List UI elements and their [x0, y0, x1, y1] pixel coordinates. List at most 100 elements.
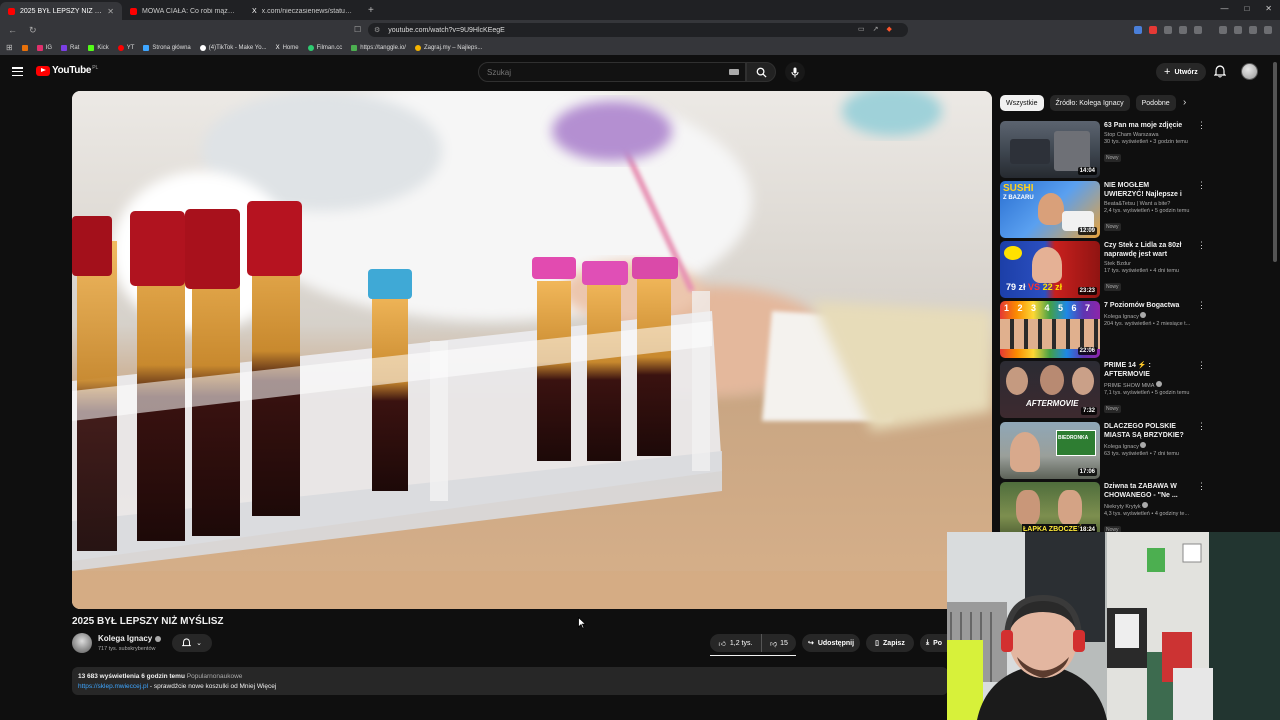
- browser-tab[interactable]: MOWA CIAŁA: Co robi mąż, gdy słys...: [122, 2, 244, 20]
- reload-icon[interactable]: ↻: [29, 25, 37, 36]
- bookmark-item[interactable]: X Home: [276, 45, 299, 51]
- extension-icon[interactable]: [1179, 26, 1187, 34]
- notifications-button[interactable]: [1213, 65, 1227, 83]
- recommendation-channel[interactable]: Stek Bzdur: [1104, 261, 1196, 268]
- close-tab-icon[interactable]: ✕: [103, 7, 114, 16]
- create-button[interactable]: + Utwórz: [1156, 63, 1206, 81]
- bookmark-item[interactable]: (4)TikTok - Make Yo...: [199, 44, 267, 51]
- recommendation-channel[interactable]: Kolega Ignacy: [1104, 312, 1196, 321]
- recommendation-stats: 30 tys. wyświetleń • 3 godzin temu: [1104, 139, 1188, 145]
- more-options-icon[interactable]: ⋮: [1197, 482, 1206, 491]
- user-avatar[interactable]: [1241, 63, 1258, 80]
- extension-icon[interactable]: [1164, 26, 1172, 34]
- more-options-icon[interactable]: ⋮: [1197, 181, 1206, 190]
- new-tab-button[interactable]: +: [368, 5, 374, 16]
- thumbnail-text: BIEDRONKA: [1058, 435, 1089, 441]
- description-box[interactable]: 13 683 wyświetlenia 6 godzin temu Popula…: [72, 667, 948, 695]
- video-thumbnail[interactable]: AFTERMOVIE 7:32: [1000, 361, 1100, 418]
- chip-source[interactable]: Źródło: Kolega Ignacy: [1049, 95, 1130, 111]
- more-options-icon[interactable]: ⋮: [1197, 361, 1206, 370]
- channel-avatar[interactable]: [72, 633, 92, 653]
- video-thumbnail[interactable]: SUSHI Z BAZARU 12:09: [1000, 181, 1100, 238]
- video-thumbnail[interactable]: ŁAPKA ZBOCZEŃCA! 18:24: [1000, 482, 1100, 539]
- recommendation-title[interactable]: 63 Pan ma moje zdjęcie: [1104, 121, 1190, 130]
- video-thumbnail[interactable]: 1 2 3 4 5 6 7 22:06: [1000, 301, 1100, 358]
- more-options-icon[interactable]: ⋮: [1197, 301, 1206, 310]
- recommendation-channel[interactable]: Kolega Ignacy: [1104, 442, 1196, 451]
- share-button[interactable]: ↪ Udostępnij: [802, 634, 860, 652]
- bookmark-item[interactable]: YT: [117, 44, 134, 51]
- browser-tab[interactable]: X x.com/nieczasienews/status/2009681...: [244, 2, 362, 20]
- chip-related[interactable]: Podobne: [1135, 95, 1176, 111]
- url-field[interactable]: ⚙ youtube.com/watch?v=9U9HlcKEegE: [368, 23, 908, 37]
- recommendation-item[interactable]: AFTERMOVIE 7:32 PRIME 14 ⚡ : AFTERMOVIE …: [1000, 361, 1208, 419]
- recommendation-item[interactable]: 14:04 63 Pan ma moje zdjęcie Stop Cham W…: [1000, 121, 1208, 179]
- like-button[interactable]: 👍︎ 1,2 tys.: [710, 634, 762, 652]
- extension-icon[interactable]: [1264, 26, 1272, 34]
- minimize-icon[interactable]: —: [1220, 4, 1228, 13]
- recommendation-item[interactable]: 1 2 3 4 5 6 7 22:06 7 Poziomów Bogactwa …: [1000, 301, 1208, 359]
- video-thumbnail[interactable]: BIEDRONKA 17:06: [1000, 422, 1100, 479]
- bookmark-item[interactable]: Kick: [88, 44, 109, 51]
- shop-link[interactable]: https://sklep.mwieccej.pl: [78, 683, 148, 690]
- more-options-icon[interactable]: ⋮: [1197, 241, 1206, 250]
- extension-icon[interactable]: [1134, 26, 1142, 34]
- more-options-icon[interactable]: ⋮: [1197, 121, 1206, 130]
- more-options-icon[interactable]: ⋮: [1197, 422, 1206, 431]
- extension-icon[interactable]: [1249, 26, 1257, 34]
- extension-icon[interactable]: [1194, 26, 1202, 34]
- cast-icon[interactable]: ▭: [858, 25, 865, 33]
- extension-icon[interactable]: [1219, 26, 1227, 34]
- bookmark-item[interactable]: IG: [36, 44, 52, 51]
- close-window-icon[interactable]: ✕: [1265, 4, 1272, 13]
- chevron-right-icon[interactable]: ›: [1183, 97, 1186, 108]
- brave-shield-icon[interactable]: ◆: [887, 25, 892, 33]
- video-thumbnail[interactable]: 79 zł VS 22 zł 23:23: [1000, 241, 1100, 298]
- recommendation-title[interactable]: 7 Poziomów Bogactwa: [1104, 301, 1190, 310]
- video-thumbnail[interactable]: 14:04: [1000, 121, 1100, 178]
- bookmark-item[interactable]: Zagraj.my – Najleps...: [414, 44, 482, 51]
- search-input[interactable]: [487, 67, 707, 77]
- search-button[interactable]: [746, 62, 776, 82]
- extension-icon[interactable]: [1234, 26, 1242, 34]
- extension-icon[interactable]: [1149, 26, 1157, 34]
- recommendation-title[interactable]: PRIME 14 ⚡ : AFTERMOVIE: [1104, 361, 1190, 379]
- channel-name[interactable]: Kolega Ignacy: [98, 634, 162, 643]
- subscription-bell-button[interactable]: ⌄: [172, 634, 212, 652]
- verified-icon: [1142, 502, 1149, 508]
- browser-tab[interactable]: 2025 BYŁ LEPSZY NIŻ MYŚLISZ ✕: [0, 2, 122, 20]
- scrollbar-thumb[interactable]: [1273, 62, 1277, 262]
- dislike-button[interactable]: 👎︎ 15: [762, 634, 796, 652]
- recommendation-item[interactable]: BIEDRONKA 17:06 DLACZEGO POLSKIE MIASTA …: [1000, 422, 1208, 480]
- keyboard-icon[interactable]: [729, 69, 739, 75]
- search-box[interactable]: [478, 62, 746, 82]
- bookmark-item[interactable]: [21, 44, 28, 51]
- recommendation-item[interactable]: 79 zł VS 22 zł 23:23 Czy Stek z Lidla za…: [1000, 241, 1208, 299]
- back-icon[interactable]: ←: [8, 25, 17, 36]
- bookmark-icon[interactable]: ☐: [354, 25, 361, 34]
- recommendation-channel[interactable]: Beata&Tetsu | Want a bite?: [1104, 201, 1196, 208]
- maximize-icon[interactable]: □: [1244, 4, 1249, 13]
- recommendation-channel[interactable]: PRIME SHOW MMA: [1104, 381, 1196, 390]
- apps-grid-icon[interactable]: ⊞: [6, 43, 13, 52]
- video-category[interactable]: Popularnonaukowe: [187, 673, 243, 680]
- recommendation-title[interactable]: NIE MOGŁEM UWIERZYĆ! Najlepsze i najtańs…: [1104, 181, 1190, 199]
- youtube-logo[interactable]: YouTube PL: [36, 65, 98, 76]
- video-player[interactable]: [72, 91, 992, 609]
- bookmark-item[interactable]: Filman.cc: [307, 44, 342, 51]
- chip-all[interactable]: Wszystkie: [1000, 95, 1044, 111]
- bookmark-item[interactable]: https://tanggle.io/: [351, 44, 406, 51]
- recommendation-item[interactable]: SUSHI Z BAZARU 12:09 NIE MOGŁEM UWIERZYĆ…: [1000, 181, 1208, 239]
- hamburger-menu-icon[interactable]: [12, 67, 23, 76]
- bookmark-item[interactable]: Strona główna: [143, 44, 191, 51]
- recommendation-title[interactable]: Czy Stek z Lidla za 80zł naprawdę jest w…: [1104, 241, 1190, 259]
- voice-search-button[interactable]: [785, 62, 805, 82]
- share-page-icon[interactable]: ↗: [873, 25, 879, 33]
- bookmark-item[interactable]: Rat: [61, 44, 79, 51]
- recommendation-channel[interactable]: Niekryty Krytyk: [1104, 502, 1196, 511]
- site-info-icon[interactable]: ⚙: [374, 26, 380, 34]
- recommendation-title[interactable]: Dziwna ta ZABAWA W CHOWANEGO - "Ne ...: [1104, 482, 1190, 500]
- recommendation-channel[interactable]: Stop Cham Warszawa: [1104, 132, 1196, 139]
- recommendation-title[interactable]: DLACZEGO POLSKIE MIASTA SĄ BRZYDKIE?: [1104, 422, 1190, 440]
- save-button[interactable]: ▯ Zapisz: [866, 634, 914, 652]
